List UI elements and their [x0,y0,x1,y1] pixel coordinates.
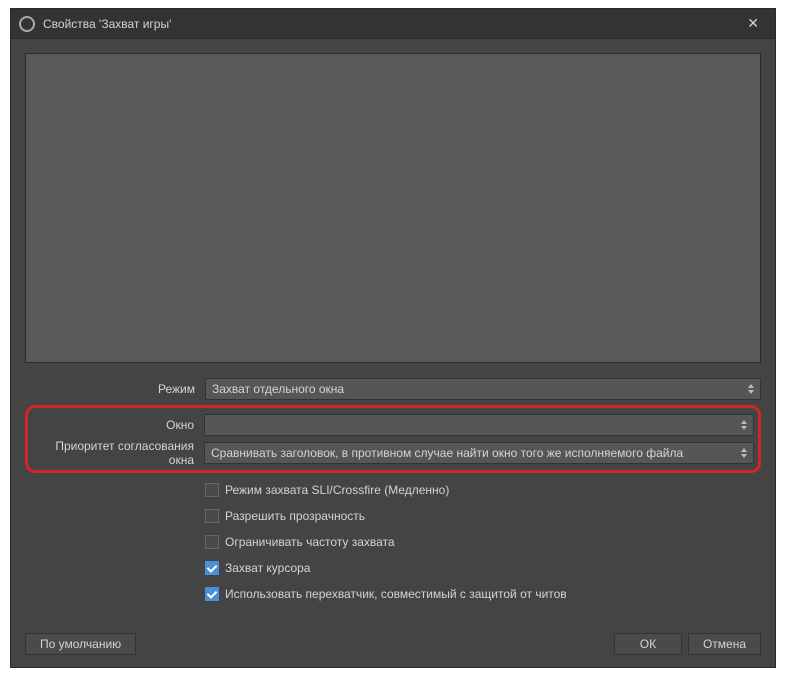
select-mode[interactable]: Захват отдельного окна [205,378,761,400]
preview-pane [25,53,761,363]
row-sli[interactable]: Режим захвата SLI/Crossfire (Медленно) [25,479,761,501]
button-bar: По умолчанию ОК Отмена [11,623,775,667]
select-mode-value: Захват отдельного окна [212,382,344,396]
label-sli: Режим захвата SLI/Crossfire (Медленно) [225,483,449,497]
label-anticheat: Использовать перехватчик, совместимый с … [225,587,567,601]
checkbox-sli[interactable] [205,483,219,497]
row-priority: Приоритет согласования окна Сравнивать з… [32,441,754,465]
chevron-updown-icon [737,415,751,435]
label-limit-fps: Ограничивать частоту захвата [225,535,395,549]
row-limit-fps[interactable]: Ограничивать частоту захвата [25,531,761,553]
checkbox-anticheat[interactable] [205,587,219,601]
app-icon [19,16,35,32]
row-anticheat[interactable]: Использовать перехватчик, совместимый с … [25,583,761,605]
select-priority[interactable]: Сравнивать заголовок, в противном случае… [204,442,754,464]
select-window[interactable] [204,414,754,436]
ok-button[interactable]: ОК [614,633,682,655]
label-window: Окно [32,418,204,432]
close-icon[interactable]: ✕ [739,11,767,36]
chevron-updown-icon [744,379,758,399]
row-mode: Режим Захват отдельного окна [25,377,761,401]
label-mode: Режим [25,382,205,396]
label-priority: Приоритет согласования окна [32,439,204,467]
titlebar: Свойства 'Захват игры' ✕ [11,9,775,39]
properties-window: Свойства 'Захват игры' ✕ Режим Захват от… [10,8,776,668]
checkbox-cursor[interactable] [205,561,219,575]
chevron-updown-icon [737,443,751,463]
highlight-annotation: Окно Приоритет согласования окна Сравнив… [25,405,761,473]
label-transparency: Разрешить прозрачность [225,509,365,523]
defaults-button[interactable]: По умолчанию [25,633,136,655]
content-area: Режим Захват отдельного окна Окно Приори… [11,39,775,623]
row-cursor[interactable]: Захват курсора [25,557,761,579]
form-area: Режим Захват отдельного окна Окно Приори… [25,377,761,609]
row-transparency[interactable]: Разрешить прозрачность [25,505,761,527]
select-priority-value: Сравнивать заголовок, в противном случае… [211,446,683,460]
checkbox-limit-fps[interactable] [205,535,219,549]
checkbox-transparency[interactable] [205,509,219,523]
cancel-button[interactable]: Отмена [688,633,761,655]
window-title: Свойства 'Захват игры' [43,17,739,31]
label-cursor: Захват курсора [225,561,310,575]
row-window: Окно [32,413,754,437]
